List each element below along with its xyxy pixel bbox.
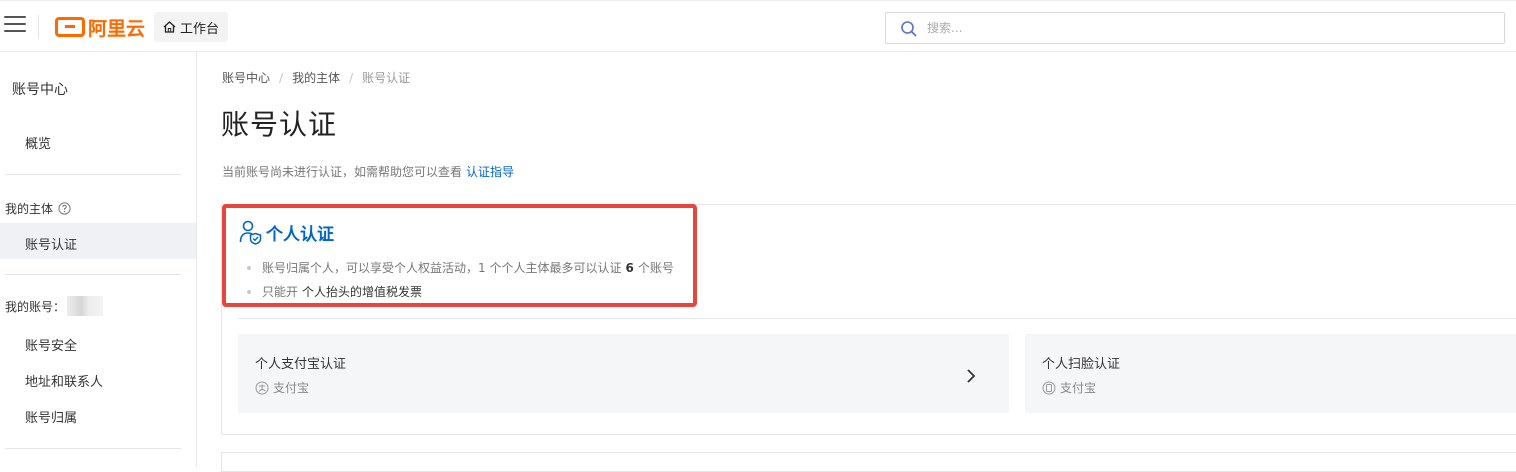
option-subtitle: 支付宝: [1042, 379, 1096, 396]
notice-text: 当前账号尚未进行认证，如需帮助您可以查看: [222, 165, 463, 179]
sidebar-group-label: 我的主体: [5, 202, 54, 216]
sidebar-title: 账号中心: [12, 82, 68, 98]
home-icon: [163, 21, 176, 33]
face-scan-verification-option[interactable]: 个人扫脸认证 支付宝: [1025, 334, 1516, 413]
sidebar-group-my-entity: 我的主体: [5, 200, 71, 217]
next-card: [221, 452, 1516, 472]
sidebar-divider: [5, 174, 181, 175]
sidebar-item-account-verification[interactable]: 账号认证: [25, 234, 77, 253]
top-navbar: 阿里云 工作台: [0, 0, 1516, 52]
face-scan-icon: [1042, 381, 1056, 394]
sidebar-divider: [5, 448, 181, 449]
search-box[interactable]: [885, 12, 1505, 44]
workbench-button[interactable]: 工作台: [154, 12, 229, 42]
logo-text: 阿里云: [88, 17, 146, 40]
chevron-right-icon[interactable]: [965, 368, 977, 384]
sidebar-group-my-account: 我的账号：: [5, 296, 104, 316]
aliyun-logo[interactable]: 阿里云: [55, 15, 146, 40]
option-subtitle-text: 支付宝: [1060, 381, 1097, 395]
breadcrumb-separator: /: [279, 70, 284, 85]
sidebar-group-label: 我的账号：: [5, 299, 66, 314]
page-title: 账号认证: [221, 108, 338, 141]
alipay-verification-option[interactable]: 个人支付宝认证 支付宝: [238, 334, 1009, 413]
annotation-highlight-box: [222, 204, 697, 307]
aliyun-logo-icon: [55, 17, 85, 37]
sidebar-item-overview[interactable]: 概览: [25, 133, 51, 152]
help-icon[interactable]: [58, 202, 71, 215]
breadcrumb: 账号中心 / 我的主体 / 账号认证: [222, 69, 410, 86]
option-title: 个人扫脸认证: [1042, 357, 1121, 372]
workbench-label: 工作台: [180, 21, 220, 37]
option-subtitle-text: 支付宝: [273, 381, 310, 395]
alipay-icon: [255, 381, 269, 394]
sidebar-divider: [5, 274, 181, 275]
verification-guide-link[interactable]: 认证指导: [466, 165, 514, 179]
sidebar-item-account-ownership[interactable]: 账号归属: [25, 407, 77, 426]
breadcrumb-item[interactable]: 我的主体: [292, 69, 340, 86]
option-title: 个人支付宝认证: [255, 357, 347, 372]
breadcrumb-current: 账号认证: [362, 71, 411, 85]
sidebar-item-address-contacts[interactable]: 地址和联系人: [25, 371, 103, 390]
divider: [238, 318, 1516, 319]
breadcrumb-separator: /: [349, 70, 354, 85]
redacted-account-name: [67, 296, 104, 316]
menu-icon[interactable]: [4, 16, 26, 36]
search-input[interactable]: [927, 21, 1427, 35]
option-subtitle: 支付宝: [255, 379, 309, 396]
divider: [38, 15, 39, 39]
breadcrumb-item[interactable]: 账号中心: [222, 69, 270, 86]
sidebar: 账号中心 概览 我的主体 账号认证 我的账号： 账号安全 地址和联系人 账号归属: [0, 52, 197, 466]
sidebar-item-account-security[interactable]: 账号安全: [25, 335, 77, 354]
verification-notice: 当前账号尚未进行认证，如需帮助您可以查看 认证指导: [222, 163, 514, 180]
search-icon: [901, 20, 917, 36]
